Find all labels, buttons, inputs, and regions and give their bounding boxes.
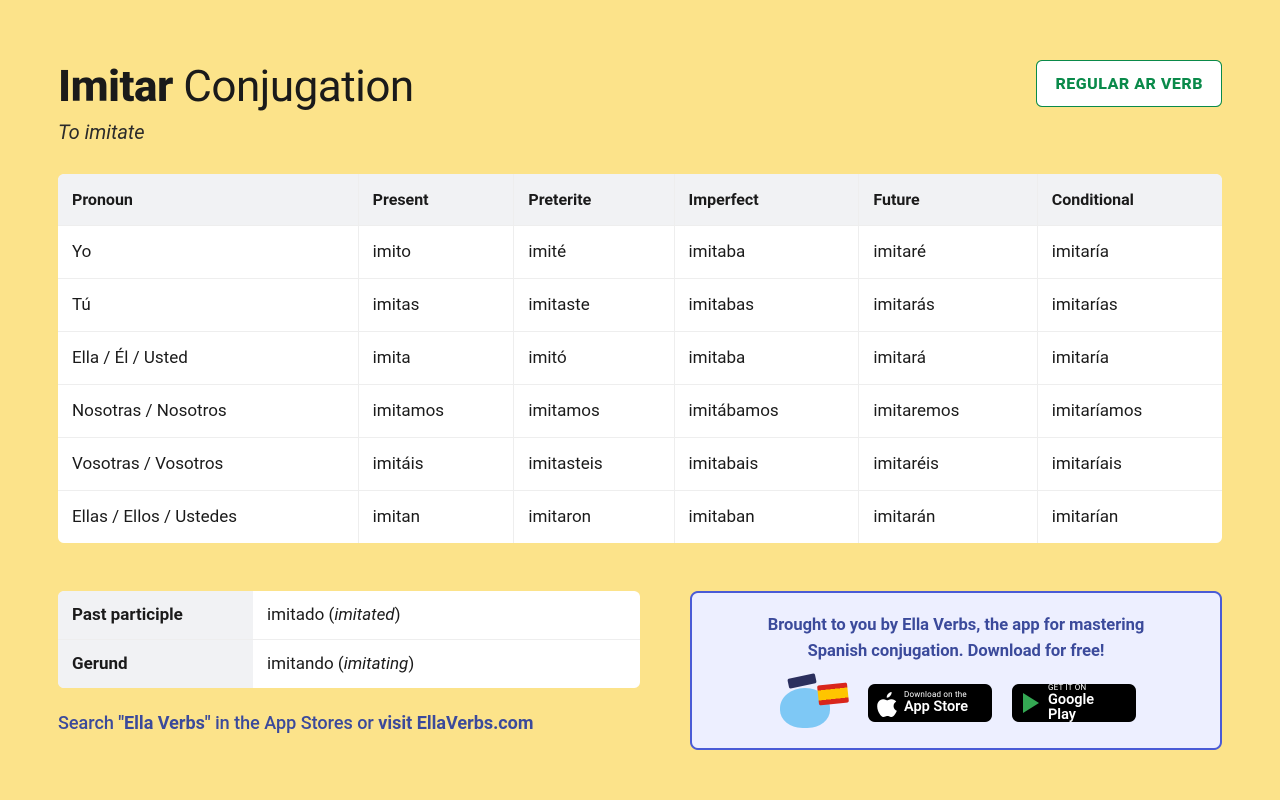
col-conditional: Conditional bbox=[1037, 174, 1222, 226]
table-cell: Yo bbox=[58, 226, 358, 279]
promo-card: Brought to you by Ella Verbs, the app fo… bbox=[690, 591, 1222, 750]
past-participle-value: imitado (imitated) bbox=[253, 591, 640, 640]
title-block: Imitar Conjugation To imitate bbox=[58, 60, 414, 144]
table-cell: imitaréis bbox=[859, 438, 1037, 491]
google-play-icon bbox=[1023, 693, 1039, 713]
table-cell: imitaría bbox=[1037, 226, 1222, 279]
col-pronoun: Pronoun bbox=[58, 174, 358, 226]
table-cell: Ellas / Ellos / Ustedes bbox=[58, 491, 358, 544]
table-cell: Nosotras / Nosotros bbox=[58, 385, 358, 438]
verb-translation: To imitate bbox=[58, 120, 414, 144]
table-cell: imitábamos bbox=[674, 385, 859, 438]
past-participle-row: Past participle imitado (imitated) bbox=[58, 591, 640, 640]
verb-type-badge: REGULAR AR VERB bbox=[1036, 60, 1222, 107]
table-row: Ellas / Ellos / Ustedesimitanimitaronimi… bbox=[58, 491, 1222, 544]
title-suffix: Conjugation bbox=[183, 60, 413, 112]
col-imperfect: Imperfect bbox=[674, 174, 859, 226]
table-row: Túimitasimitasteimitabasimitarásimitaría… bbox=[58, 279, 1222, 332]
apple-icon bbox=[877, 692, 897, 714]
table-cell: imitamos bbox=[514, 385, 674, 438]
col-present: Present bbox=[358, 174, 514, 226]
conjugation-table: Pronoun Present Preterite Imperfect Futu… bbox=[58, 174, 1222, 543]
table-cell: imitabais bbox=[674, 438, 859, 491]
gerund-row: Gerund imitando (imitating) bbox=[58, 640, 640, 689]
table-cell: imitaron bbox=[514, 491, 674, 544]
table-cell: imitáis bbox=[358, 438, 514, 491]
table-row: Vosotras / Vosotrosimitáisimitasteisimit… bbox=[58, 438, 1222, 491]
table-cell: imitaban bbox=[674, 491, 859, 544]
table-header-row: Pronoun Present Preterite Imperfect Futu… bbox=[58, 174, 1222, 226]
verb-forms-table: Past participle imitado (imitated) Gerun… bbox=[58, 591, 640, 688]
table-cell: imitasteis bbox=[514, 438, 674, 491]
gerund-value: imitando (imitating) bbox=[253, 640, 640, 689]
table-cell: imitabas bbox=[674, 279, 859, 332]
table-cell: imito bbox=[358, 226, 514, 279]
table-cell: imitarás bbox=[859, 279, 1037, 332]
promo-text: Brought to you by Ella Verbs, the app fo… bbox=[722, 613, 1190, 664]
verb-name: Imitar bbox=[58, 60, 173, 112]
past-participle-label: Past participle bbox=[58, 591, 253, 640]
table-cell: imitará bbox=[859, 332, 1037, 385]
mascot-icon bbox=[776, 678, 848, 728]
table-cell: imitaremos bbox=[859, 385, 1037, 438]
table-cell: imitaré bbox=[859, 226, 1037, 279]
google-play-badge[interactable]: GET IT ON Google Play bbox=[1012, 684, 1136, 722]
table-cell: imitaría bbox=[1037, 332, 1222, 385]
col-future: Future bbox=[859, 174, 1037, 226]
table-cell: imitaste bbox=[514, 279, 674, 332]
promo-badges: Download on the App Store GET IT ON Goog… bbox=[722, 678, 1190, 728]
table-row: Yoimitoimitéimitabaimitaréimitaría bbox=[58, 226, 1222, 279]
table-cell: imitamos bbox=[358, 385, 514, 438]
table-cell: imitaba bbox=[674, 226, 859, 279]
forms-and-note: Past participle imitado (imitated) Gerun… bbox=[58, 591, 640, 734]
table-row: Nosotras / Nosotrosimitamosimitamosimitá… bbox=[58, 385, 1222, 438]
table-row: Ella / Él / Ustedimitaimitóimitabaimitar… bbox=[58, 332, 1222, 385]
table-cell: imitarías bbox=[1037, 279, 1222, 332]
table-cell: imité bbox=[514, 226, 674, 279]
gerund-label: Gerund bbox=[58, 640, 253, 689]
table-cell: imitó bbox=[514, 332, 674, 385]
app-store-badge[interactable]: Download on the App Store bbox=[868, 684, 992, 722]
table-cell: Ella / Él / Usted bbox=[58, 332, 358, 385]
table-cell: imitarán bbox=[859, 491, 1037, 544]
table-cell: Vosotras / Vosotros bbox=[58, 438, 358, 491]
search-note: Search "Ella Verbs" in the App Stores or… bbox=[58, 713, 640, 734]
col-preterite: Preterite bbox=[514, 174, 674, 226]
table-cell: imita bbox=[358, 332, 514, 385]
table-cell: imitan bbox=[358, 491, 514, 544]
table-cell: imitarían bbox=[1037, 491, 1222, 544]
bottom-section: Past participle imitado (imitated) Gerun… bbox=[58, 591, 1222, 750]
table-cell: imitaba bbox=[674, 332, 859, 385]
table-cell: imitaríais bbox=[1037, 438, 1222, 491]
page-header: Imitar Conjugation To imitate REGULAR AR… bbox=[58, 60, 1222, 144]
table-cell: imitas bbox=[358, 279, 514, 332]
page-title: Imitar Conjugation bbox=[58, 60, 414, 112]
table-cell: Tú bbox=[58, 279, 358, 332]
table-cell: imitaríamos bbox=[1037, 385, 1222, 438]
